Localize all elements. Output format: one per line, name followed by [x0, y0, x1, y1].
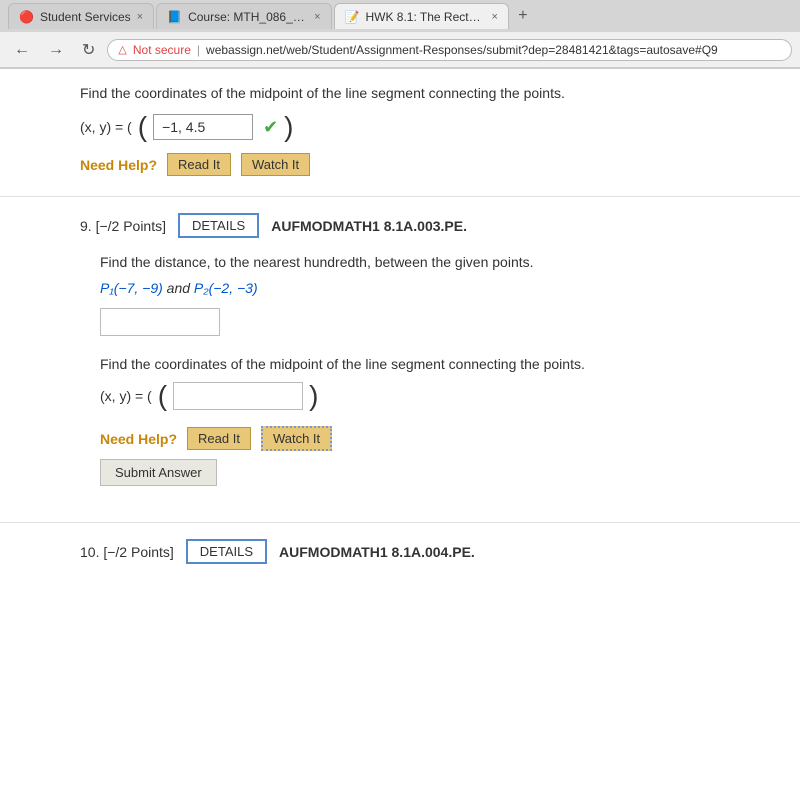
prev-answer-label: (x, y) = ( — [80, 119, 132, 135]
q9-read-it-button[interactable]: Read It — [187, 427, 251, 450]
tab-student-services[interactable]: 🔴 Student Services × — [8, 3, 154, 29]
tab-bar: 🔴 Student Services × 📘 Course: MTH_086_0… — [0, 0, 800, 32]
tab-icon-course: 📘 — [167, 10, 182, 24]
midpoint-label: (x, y) = ( — [100, 388, 152, 404]
tab-label-course: Course: MTH_086_002 Introduct... — [188, 10, 308, 24]
q9-need-help-label: Need Help? — [100, 431, 177, 447]
tab-course[interactable]: 📘 Course: MTH_086_002 Introduct... × — [156, 3, 331, 29]
find-distance-text: Find the distance, to the nearest hundre… — [100, 254, 720, 270]
forward-button[interactable]: → — [42, 39, 70, 61]
tab-label-student-services: Student Services — [40, 10, 131, 24]
tab-close-hwk[interactable]: × — [491, 11, 497, 23]
q9-need-help-row: Need Help? Read It Watch It — [100, 426, 720, 451]
prev-find-text: Find the coordinates of the midpoint of … — [80, 85, 720, 101]
question-10-id: AUFMODMATH1 8.1A.004.PE. — [279, 544, 475, 560]
question-10-section: 10. [−/2 Points] DETAILS AUFMODMATH1 8.1… — [0, 522, 800, 580]
prev-answer-input[interactable] — [153, 114, 253, 140]
p2-label: P₂(−2, −3) — [194, 280, 258, 296]
back-button[interactable]: ← — [8, 39, 36, 61]
tab-icon-hwk: 📝 — [345, 10, 360, 24]
p1-label: P₁(−7, −9) — [100, 280, 163, 296]
question-10-number: 10. [−/2 Points] — [80, 544, 174, 560]
question-9-header: 9. [−/2 Points] DETAILS AUFMODMATH1 8.1A… — [20, 213, 800, 238]
address-text: webassign.net/web/Student/Assignment-Res… — [206, 43, 718, 57]
lock-icon: △ — [118, 43, 126, 56]
midpoint-close-paren: ) — [309, 382, 318, 410]
question-10-header: 10. [−/2 Points] DETAILS AUFMODMATH1 8.1… — [20, 539, 800, 564]
address-bar[interactable]: △ Not secure | webassign.net/web/Student… — [107, 39, 792, 61]
midpoint-input[interactable] — [173, 382, 303, 410]
submit-answer-button[interactable]: Submit Answer — [100, 459, 217, 486]
address-separator: | — [197, 43, 200, 57]
tab-close-student-services[interactable]: × — [137, 11, 143, 23]
not-secure-label: Not secure — [133, 43, 191, 57]
prev-question-section: Find the coordinates of the midpoint of … — [0, 69, 800, 197]
points-text: P₁(−7, −9) and P₂(−2, −3) — [100, 280, 720, 296]
prev-need-help-label: Need Help? — [80, 157, 157, 173]
page-content: Find the coordinates of the midpoint of … — [0, 69, 800, 801]
q9-watch-it-button[interactable]: Watch It — [261, 426, 332, 451]
points-and: and — [167, 280, 194, 296]
question-9-details-button[interactable]: DETAILS — [178, 213, 259, 238]
prev-watch-it-button[interactable]: Watch It — [241, 153, 310, 176]
tab-close-course[interactable]: × — [314, 11, 320, 23]
tab-icon-student-services: 🔴 — [19, 10, 34, 24]
question-10-details-button[interactable]: DETAILS — [186, 539, 267, 564]
prev-need-help-row: Need Help? Read It Watch It — [80, 153, 720, 176]
midpoint-text: Find the coordinates of the midpoint of … — [100, 356, 720, 372]
midpoint-open-paren: ( — [158, 382, 167, 410]
prev-read-it-button[interactable]: Read It — [167, 153, 231, 176]
tab-hwk[interactable]: 📝 HWK 8.1: The Rectangular Coord... × — [334, 3, 509, 29]
tab-label-hwk: HWK 8.1: The Rectangular Coord... — [365, 10, 485, 24]
prev-close-paren: ) — [284, 113, 293, 141]
question-9-section: 9. [−/2 Points] DETAILS AUFMODMATH1 8.1A… — [0, 197, 800, 522]
question-9-body: Find the distance, to the nearest hundre… — [20, 254, 800, 506]
prev-open-paren: ( — [138, 113, 147, 141]
nav-bar: ← → ↻ △ Not secure | webassign.net/web/S… — [0, 32, 800, 68]
reload-button[interactable]: ↻ — [76, 38, 101, 62]
distance-input[interactable] — [100, 308, 220, 336]
question-9-id: AUFMODMATH1 8.1A.003.PE. — [271, 218, 467, 234]
checkmark-icon: ✔ — [263, 117, 278, 138]
question-9-number: 9. [−/2 Points] — [80, 218, 166, 234]
prev-answer-line: (x, y) = ( ( ✔ ) — [80, 113, 720, 141]
browser-chrome: 🔴 Student Services × 📘 Course: MTH_086_0… — [0, 0, 800, 69]
midpoint-row: (x, y) = ( ( ) — [100, 382, 720, 410]
tab-new-button[interactable]: + — [511, 4, 535, 28]
